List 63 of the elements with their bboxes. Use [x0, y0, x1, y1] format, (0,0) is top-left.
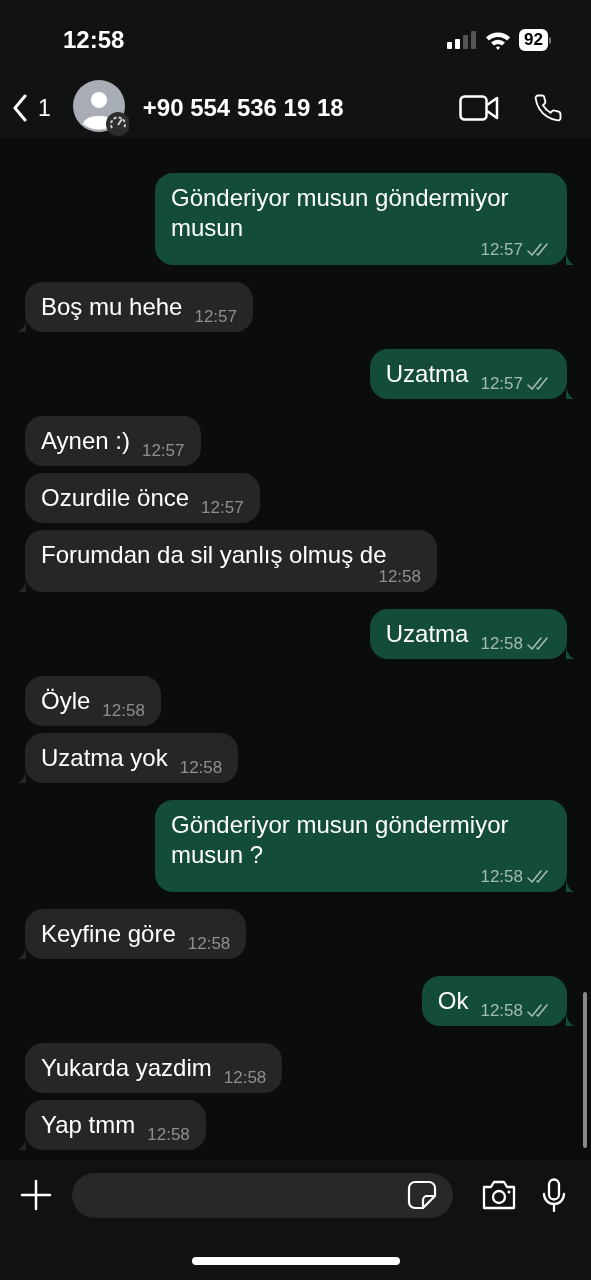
message-bubble[interactable]: Gönderiyor musun göndermiyor musun ? 12:58 — [155, 800, 567, 892]
status-time: 12:58 — [63, 25, 125, 55]
message-bubble[interactable]: Ok 12:58 — [421, 976, 567, 1026]
avatar[interactable] — [72, 80, 129, 136]
message-time: 12:58 — [179, 758, 223, 778]
camera-icon[interactable] — [481, 1180, 517, 1210]
back-button[interactable]: 1 — [12, 90, 51, 126]
message-text: Keyfine göre — [41, 919, 176, 949]
message-bubble[interactable]: Keyfine göre 12:58 — [25, 909, 247, 959]
message-text: Aynen :) — [41, 426, 130, 456]
message-bubble[interactable]: Aynen :) 12:57 — [25, 416, 201, 466]
message-bubble[interactable]: Forumdan da sil yanlış olmuş de 12:58 — [25, 530, 437, 592]
message-time: 12:58 — [187, 934, 231, 954]
message-bubble[interactable]: Gönderiyor musun göndermiyor musun 12:57 — [155, 173, 567, 265]
message-text: Öyle — [41, 686, 91, 716]
message-bubble[interactable]: Uzatma 12:58 — [369, 609, 567, 659]
message-bubble[interactable]: Yap tmm 12:58 — [25, 1100, 206, 1150]
double-check-icon — [527, 870, 551, 884]
double-check-icon — [527, 243, 551, 257]
message-text: Ozurdile önce — [41, 483, 190, 513]
message-text: Ok — [437, 986, 469, 1016]
message-time: 12:58 — [223, 1068, 267, 1088]
message-time: 12:58 — [480, 867, 523, 887]
double-check-icon — [527, 637, 551, 651]
message-bubble[interactable]: Uzatma 12:57 — [369, 349, 567, 399]
message-time: 12:57 — [194, 307, 237, 327]
message-bubble[interactable]: Ozurdile önce 12:57 — [25, 473, 260, 523]
message-time: 12:57 — [141, 441, 185, 461]
double-check-icon — [527, 377, 551, 391]
scrollbar[interactable] — [583, 992, 587, 1148]
message-text: Boş mu hehe — [41, 292, 183, 322]
battery-level: 92 — [519, 29, 548, 51]
message-time: 12:58 — [378, 567, 421, 587]
plus-icon[interactable] — [20, 1179, 52, 1211]
message-time: 12:57 — [480, 240, 523, 260]
message-input[interactable] — [72, 1172, 453, 1218]
message-time: 12:57 — [201, 498, 244, 518]
message-bubble[interactable]: Boş mu hehe 12:57 — [25, 282, 253, 332]
microphone-icon[interactable] — [541, 1178, 567, 1212]
message-time: 12:58 — [480, 1001, 523, 1021]
message-text: Uzatma — [385, 619, 469, 649]
phone-icon[interactable] — [533, 93, 563, 123]
sticker-icon[interactable] — [407, 1180, 437, 1210]
video-call-icon[interactable] — [459, 95, 499, 121]
message-text: Gönderiyor musun göndermiyor musun — [171, 183, 510, 243]
message-text: Uzatma — [385, 359, 469, 389]
message-time: 12:58 — [480, 634, 523, 654]
contact-name[interactable]: +90 554 536 19 18 — [142, 90, 459, 126]
message-bubble[interactable]: Uzatma yok 12:58 — [25, 733, 239, 783]
message-text: Forumdan da sil yanlış olmuş de — [41, 540, 387, 570]
chevron-left-icon — [12, 94, 28, 122]
message-time: 12:57 — [480, 374, 523, 394]
message-time: 12:58 — [102, 701, 145, 721]
message-bubble[interactable]: Yukarda yazdim 12:58 — [25, 1043, 283, 1093]
message-time: 12:58 — [147, 1125, 190, 1145]
message-bubble[interactable]: Öyle 12:58 — [25, 676, 161, 726]
message-text: Uzatma yok — [41, 743, 168, 773]
double-check-icon — [527, 1004, 551, 1018]
message-text: Gönderiyor musun göndermiyor musun ? — [171, 810, 510, 870]
message-text: Yukarda yazdim — [41, 1053, 212, 1083]
signal-icon — [447, 31, 478, 49]
message-text: Yap tmm — [41, 1110, 136, 1140]
wifi-icon — [485, 30, 512, 50]
